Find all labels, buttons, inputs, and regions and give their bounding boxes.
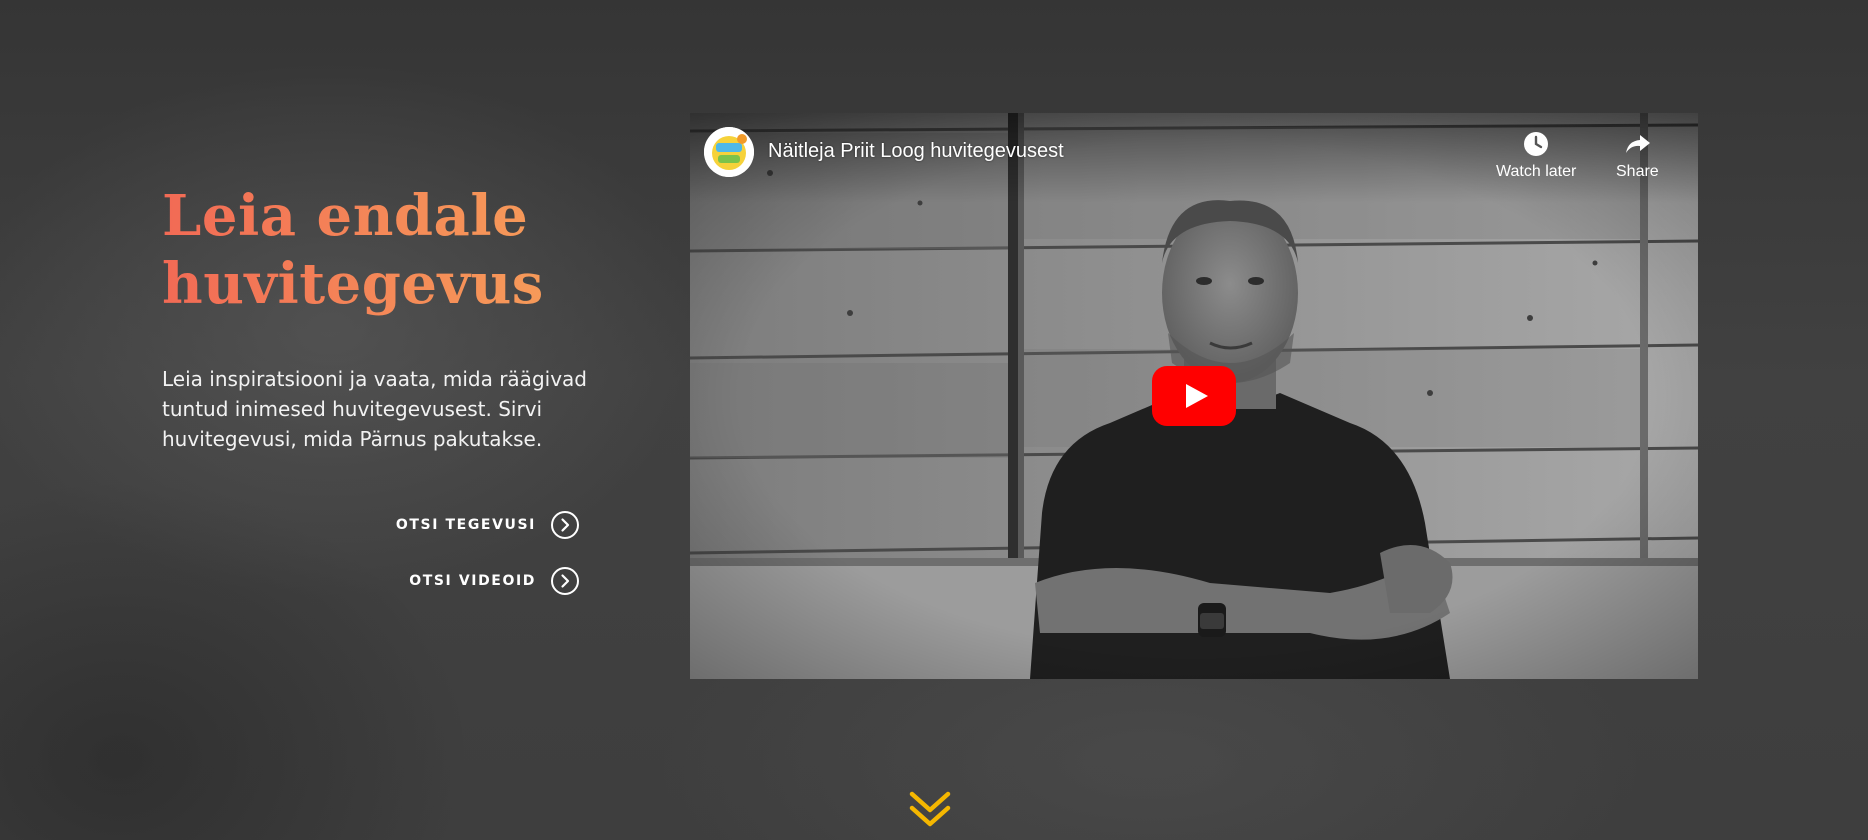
channel-logo-icon [704, 127, 754, 177]
channel-avatar[interactable] [704, 127, 754, 177]
video-player[interactable]: Näitleja Priit Loog huvitegevusest Watch… [690, 113, 1698, 679]
hero-description: Leia inspiratsiooni ja vaata, mida räägi… [162, 367, 587, 451]
double-chevron-down-icon[interactable] [908, 788, 952, 832]
share-label: Share [1616, 163, 1659, 180]
search-videos-label: OTSI VIDEOID [409, 573, 536, 589]
search-activities-label: OTSI TEGEVUSI [395, 517, 536, 533]
hero-title-line1: Leia endale [162, 183, 529, 249]
share-button[interactable]: Share [1616, 129, 1659, 181]
search-activities-link[interactable]: OTSI TEGEVUSI [396, 510, 580, 540]
chevron-right-circle-icon [551, 511, 579, 539]
hero-section: Leia endale huvitegevus Leia inspiratsio… [0, 0, 1868, 840]
clock-icon [1524, 132, 1549, 156]
video-title[interactable]: Näitleja Priit Loog huvitegevusest [768, 140, 1064, 163]
chevron-right-circle-icon [551, 567, 579, 595]
youtube-play-icon[interactable] [1152, 366, 1236, 426]
watch-later-button[interactable]: Watch later [1496, 129, 1576, 181]
watch-later-label: Watch later [1496, 163, 1577, 180]
hero-title-line2: huvitegevus [162, 251, 544, 317]
hero-title: Leia endale huvitegevus [162, 182, 682, 318]
search-videos-link[interactable]: OTSI VIDEOID [409, 566, 580, 596]
share-arrow-icon [1626, 135, 1651, 153]
